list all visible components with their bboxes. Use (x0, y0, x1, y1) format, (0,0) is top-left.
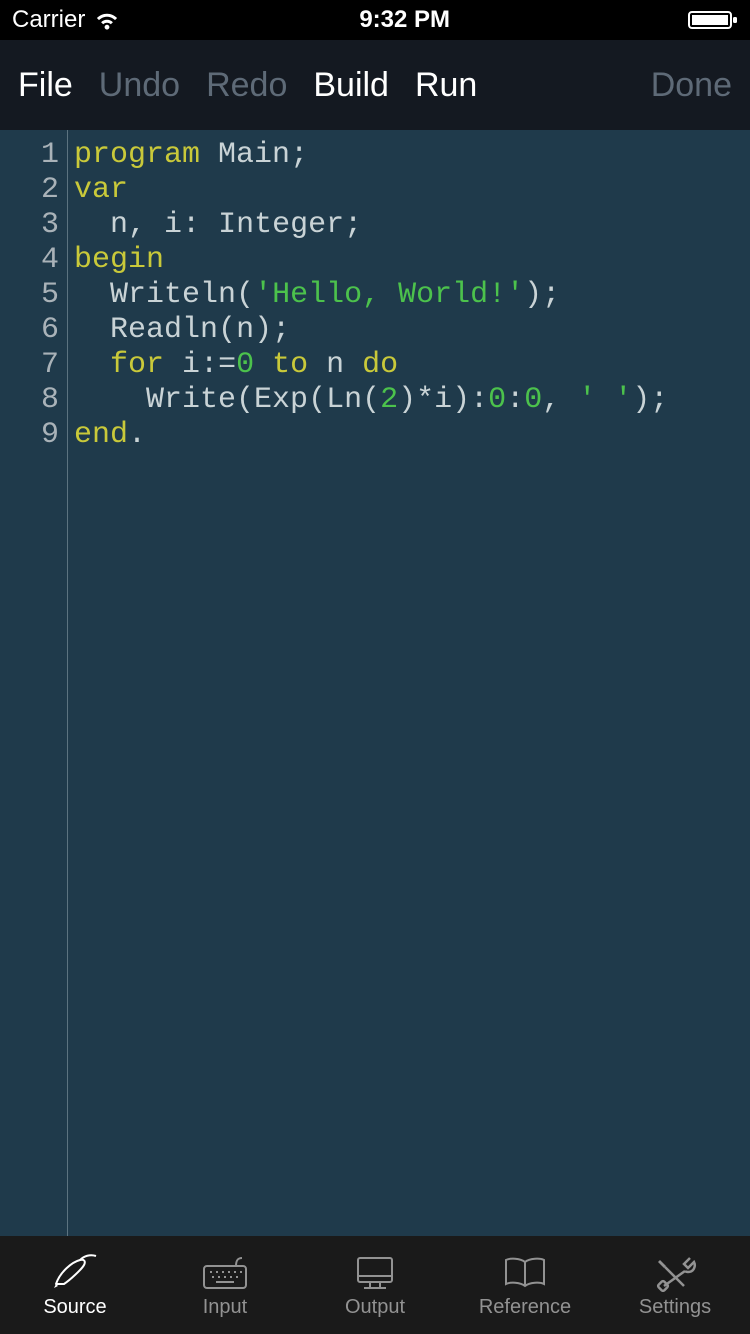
code-line[interactable]: n, i: Integer; (74, 208, 750, 243)
code-content[interactable]: program Main;var n, i: Integer;begin Wri… (68, 130, 750, 1236)
tab-output[interactable]: Output (300, 1252, 450, 1319)
code-line[interactable]: Writeln('Hello, World!'); (74, 278, 750, 313)
tab-settings[interactable]: Settings (600, 1252, 750, 1319)
line-gutter: 123456789 (0, 130, 68, 1236)
line-number: 5 (0, 278, 59, 313)
code-line[interactable]: program Main; (74, 138, 750, 173)
tab-reference[interactable]: Reference (450, 1252, 600, 1319)
line-number: 6 (0, 313, 59, 348)
line-number: 3 (0, 208, 59, 243)
carrier-label: Carrier (12, 6, 85, 34)
book-icon (500, 1252, 550, 1292)
code-line[interactable]: Write(Exp(Ln(2)*i):0:0, ' '); (74, 383, 750, 418)
line-number: 9 (0, 418, 59, 453)
code-editor[interactable]: 123456789 program Main;var n, i: Integer… (0, 130, 750, 1236)
tab-settings-label: Settings (639, 1296, 711, 1319)
line-number: 2 (0, 173, 59, 208)
file-button[interactable]: File (18, 66, 73, 105)
code-line[interactable]: Readln(n); (74, 313, 750, 348)
status-left: Carrier (12, 6, 121, 34)
code-line[interactable]: for i:=0 to n do (74, 348, 750, 383)
line-number: 1 (0, 138, 59, 173)
code-line[interactable]: end. (74, 418, 750, 453)
status-bar: Carrier 9:32 PM (0, 0, 750, 40)
tab-input[interactable]: Input (150, 1252, 300, 1319)
battery-icon (688, 9, 738, 31)
redo-button[interactable]: Redo (206, 66, 287, 105)
run-button[interactable]: Run (415, 66, 477, 105)
done-button[interactable]: Done (651, 66, 732, 105)
tab-reference-label: Reference (479, 1296, 571, 1319)
build-button[interactable]: Build (313, 66, 389, 105)
undo-button[interactable]: Undo (99, 66, 180, 105)
tab-source[interactable]: Source (0, 1252, 150, 1319)
wifi-icon (93, 9, 121, 31)
tab-bar: Source Input Output (0, 1236, 750, 1334)
status-right (688, 9, 738, 31)
source-icon (50, 1252, 100, 1292)
tab-input-label: Input (203, 1296, 247, 1319)
monitor-icon (350, 1252, 400, 1292)
tab-output-label: Output (345, 1296, 405, 1319)
status-time: 9:32 PM (359, 6, 450, 34)
line-number: 8 (0, 383, 59, 418)
toolbar: File Undo Redo Build Run Done (0, 40, 750, 130)
line-number: 4 (0, 243, 59, 278)
keyboard-icon (200, 1252, 250, 1292)
code-line[interactable]: begin (74, 243, 750, 278)
line-number: 7 (0, 348, 59, 383)
tab-source-label: Source (43, 1296, 106, 1319)
code-line[interactable]: var (74, 173, 750, 208)
tools-icon (650, 1252, 700, 1292)
